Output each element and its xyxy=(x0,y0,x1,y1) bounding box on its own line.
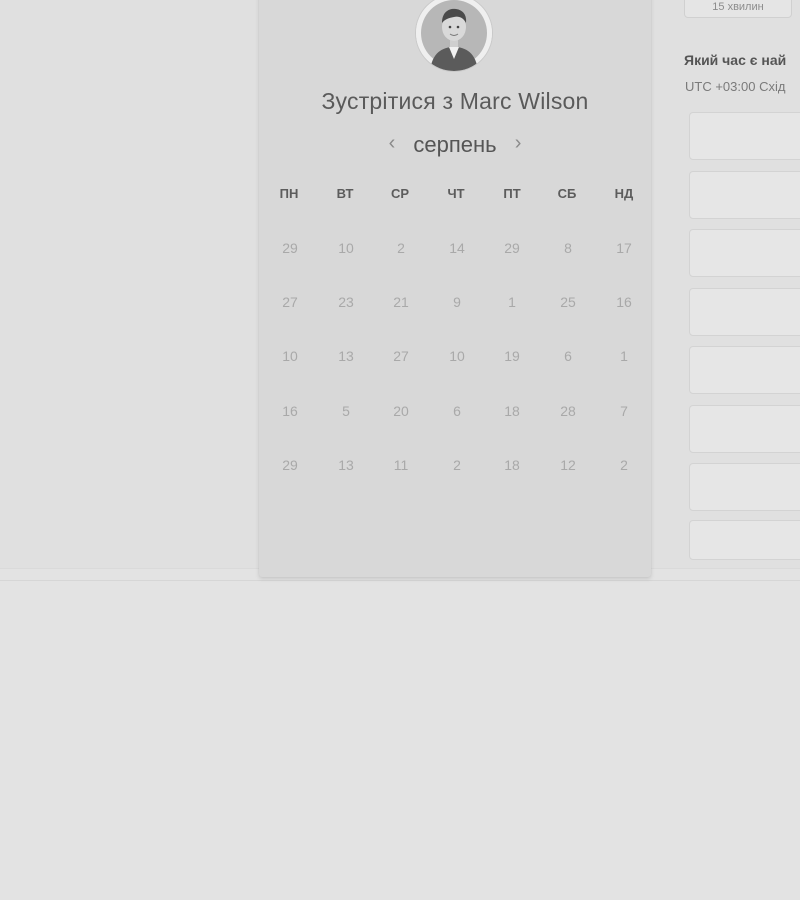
weekday-wed: СР xyxy=(390,186,410,201)
day-cell[interactable]: 13 xyxy=(326,457,366,473)
day-cell[interactable]: 9 xyxy=(437,294,477,310)
weekday-thu: ЧТ xyxy=(447,186,465,201)
calendar-card: Зустрітися з Marc Wilson ‹ серпень › ПН … xyxy=(259,0,651,577)
meeting-title: Зустрітися з Marc Wilson xyxy=(321,88,589,114)
day-cell[interactable]: 10 xyxy=(437,348,477,364)
month-label: серпень xyxy=(413,132,497,157)
day-cell[interactable]: 11 xyxy=(381,457,421,473)
avatar-photo-icon xyxy=(416,0,492,71)
time-slot-button[interactable] xyxy=(689,463,800,511)
timezone-selector[interactable]: UTC +03:00 Схід xyxy=(685,79,785,94)
day-cell[interactable]: 16 xyxy=(270,403,310,419)
day-cell[interactable]: 20 xyxy=(381,403,421,419)
weekday-sat: СБ xyxy=(557,186,577,201)
chevron-right-icon: › xyxy=(514,132,522,154)
day-cell[interactable]: 6 xyxy=(437,403,477,419)
day-cell[interactable]: 29 xyxy=(270,457,310,473)
time-slot-button[interactable] xyxy=(689,405,800,453)
day-cell[interactable]: 27 xyxy=(270,294,310,310)
day-cell[interactable]: 13 xyxy=(326,348,366,364)
time-slot-button[interactable] xyxy=(689,288,800,336)
day-cell[interactable]: 19 xyxy=(492,348,532,364)
time-slot-button[interactable] xyxy=(689,171,800,219)
time-selection-panel: 15 хвилин Який час є най UTC +03:00 Схід xyxy=(684,0,800,580)
chevron-left-icon: ‹ xyxy=(388,132,396,154)
day-cell[interactable]: 25 xyxy=(548,294,588,310)
weekday-tue: ВТ xyxy=(336,186,354,201)
lower-background xyxy=(0,568,800,900)
day-cell[interactable]: 18 xyxy=(492,457,532,473)
weekday-sun: НД xyxy=(614,186,634,201)
day-cell[interactable]: 29 xyxy=(270,240,310,256)
day-cell[interactable]: 7 xyxy=(604,403,644,419)
month-navigation: ‹ серпень › xyxy=(259,132,651,162)
day-cell[interactable]: 10 xyxy=(270,348,310,364)
time-slot-button[interactable] xyxy=(689,520,800,560)
day-cell[interactable]: 2 xyxy=(437,457,477,473)
day-cell[interactable]: 18 xyxy=(492,403,532,419)
day-cell[interactable]: 27 xyxy=(381,348,421,364)
day-cell[interactable]: 8 xyxy=(548,240,588,256)
day-cell[interactable]: 6 xyxy=(548,348,588,364)
time-slot-button[interactable] xyxy=(689,229,800,277)
day-cell[interactable]: 1 xyxy=(604,348,644,364)
day-cell[interactable]: 16 xyxy=(604,294,644,310)
weekday-fri: ПТ xyxy=(503,186,521,201)
weekday-mon: ПН xyxy=(279,186,299,201)
next-month-button[interactable]: › xyxy=(507,132,529,154)
day-cell[interactable]: 23 xyxy=(326,294,366,310)
duration-option[interactable]: 15 хвилин xyxy=(684,0,792,18)
prev-month-button[interactable]: ‹ xyxy=(381,132,403,154)
day-cell[interactable]: 28 xyxy=(548,403,588,419)
day-cell[interactable]: 14 xyxy=(437,240,477,256)
avatar xyxy=(416,0,492,71)
day-cell[interactable]: 12 xyxy=(548,457,588,473)
time-slot-button[interactable] xyxy=(689,346,800,394)
time-slot-button[interactable] xyxy=(689,112,800,160)
day-cell[interactable]: 2 xyxy=(381,240,421,256)
page: Зустрітися з Marc Wilson ‹ серпень › ПН … xyxy=(0,0,800,900)
day-cell[interactable]: 29 xyxy=(492,240,532,256)
time-question-heading: Який час є най xyxy=(684,52,787,68)
day-cell[interactable]: 2 xyxy=(604,457,644,473)
divider xyxy=(0,580,800,581)
day-cell[interactable]: 10 xyxy=(326,240,366,256)
day-cell[interactable]: 5 xyxy=(326,403,366,419)
day-cell[interactable]: 17 xyxy=(604,240,644,256)
day-cell[interactable]: 1 xyxy=(492,294,532,310)
day-cell[interactable]: 21 xyxy=(381,294,421,310)
